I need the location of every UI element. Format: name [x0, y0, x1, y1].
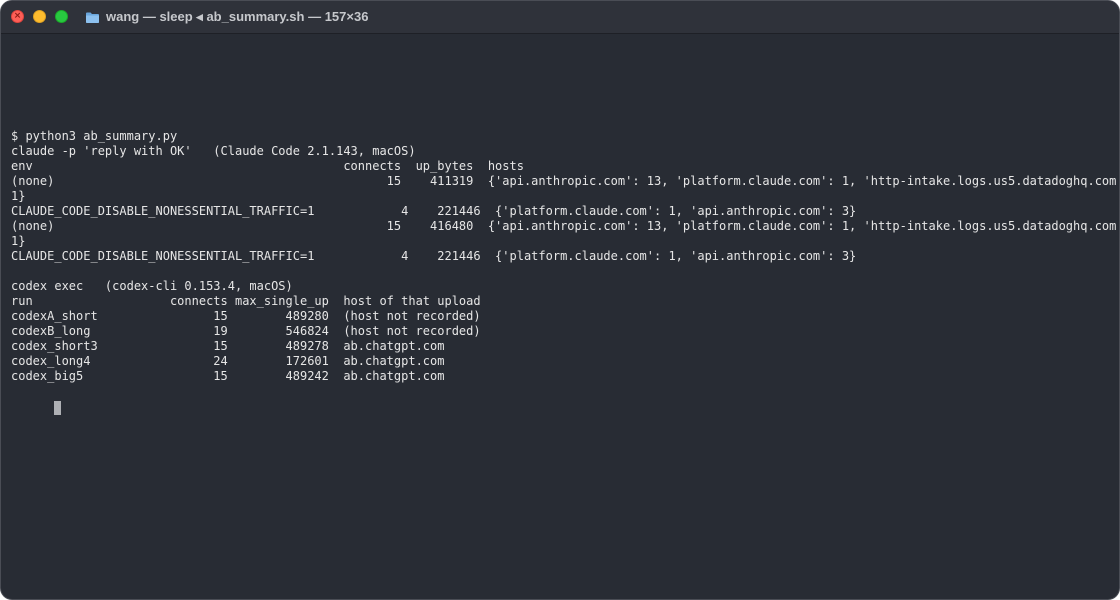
terminal-line: CLAUDE_CODE_DISABLE_NONESSENTIAL_TRAFFIC…: [11, 249, 857, 263]
terminal-line: run connects max_single_up host of that …: [11, 294, 481, 308]
terminal-line: $ python3 ab_summary.py: [11, 129, 178, 143]
cursor-line: [11, 384, 1109, 415]
terminal-line: 1}: [11, 189, 26, 203]
window-controls: ×: [11, 10, 68, 23]
terminal-line: (none) 15 416480 {'api.anthropic.com': 1…: [11, 219, 1120, 233]
terminal-line: codexB_long 19 546824 (host not recorded…: [11, 324, 481, 338]
terminal-line: codex exec (codex-cli 0.153.4, macOS): [11, 279, 293, 293]
terminal-line: claude -p 'reply with OK' (Claude Code 2…: [11, 144, 416, 158]
close-icon: ×: [13, 11, 22, 21]
terminal-line: codex_short3 15 489278 ab.chatgpt.com: [11, 339, 445, 353]
maximize-button[interactable]: [55, 10, 68, 23]
terminal-line: codexA_short 15 489280 (host not recorde…: [11, 309, 481, 323]
terminal-line: codex_long4 24 172601 ab.chatgpt.com: [11, 354, 445, 368]
terminal-window: × wang — sleep ◂ ab_summary.sh — 157×36 …: [0, 0, 1120, 600]
folder-icon: [85, 11, 100, 24]
terminal-line: 1}: [11, 234, 26, 248]
terminal-line: codex_big5 15 489242 ab.chatgpt.com: [11, 369, 445, 383]
window-title: wang — sleep ◂ ab_summary.sh — 157×36: [106, 9, 369, 24]
terminal-line: CLAUDE_CODE_DISABLE_NONESSENTIAL_TRAFFIC…: [11, 204, 857, 218]
title-bar[interactable]: × wang — sleep ◂ ab_summary.sh — 157×36: [1, 1, 1119, 34]
terminal-line: env connects up_bytes hosts: [11, 159, 524, 173]
window-title-group: wang — sleep ◂ ab_summary.sh — 157×36: [85, 1, 368, 33]
minimize-button[interactable]: [33, 10, 46, 23]
terminal-line: (none) 15 411319 {'api.anthropic.com': 1…: [11, 174, 1120, 188]
terminal-cursor: [54, 401, 62, 415]
close-button[interactable]: ×: [11, 10, 24, 23]
terminal-output[interactable]: $ python3 ab_summary.py claude -p 'reply…: [11, 129, 1120, 599]
